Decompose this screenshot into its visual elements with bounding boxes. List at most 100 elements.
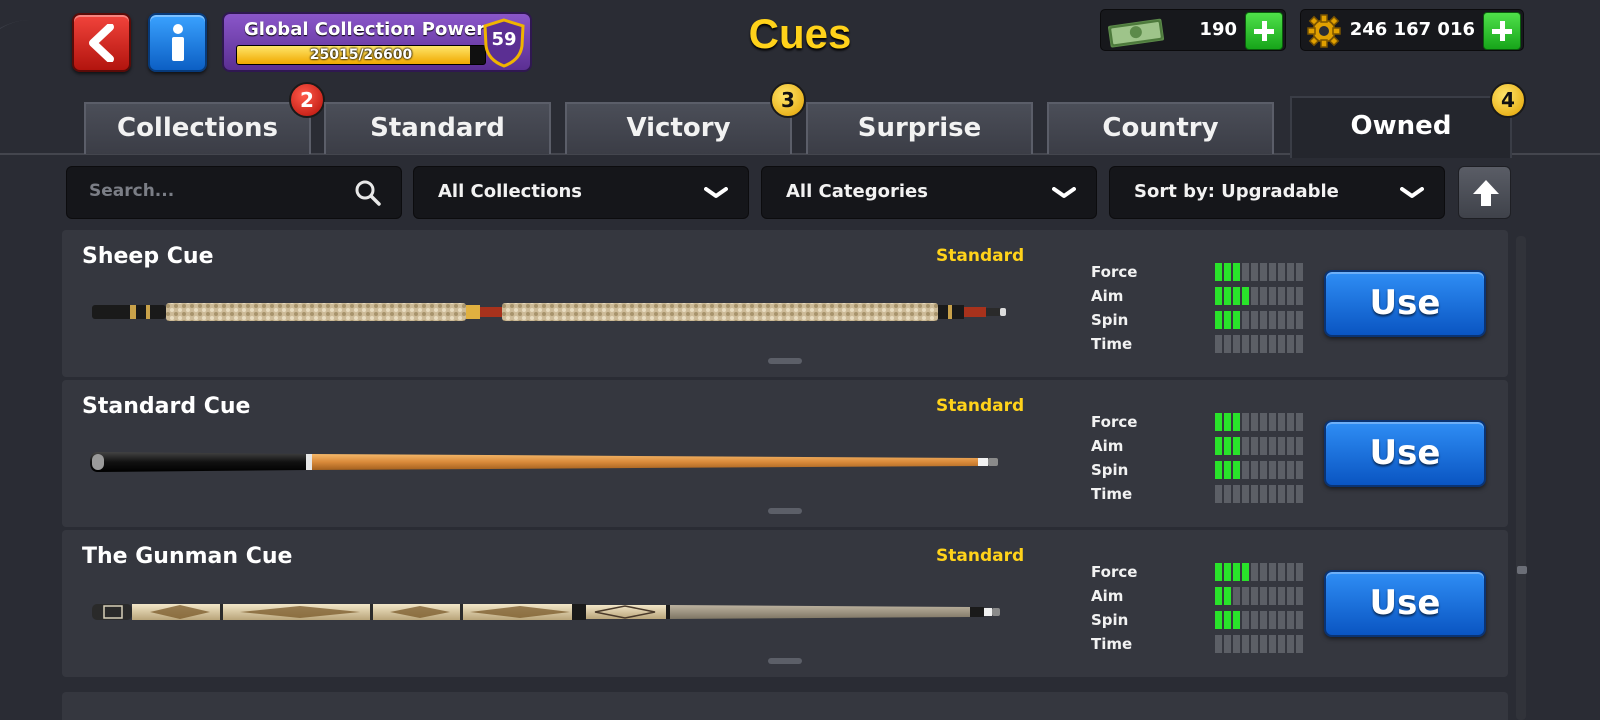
tab-country[interactable]: Country bbox=[1047, 102, 1274, 154]
stat-spin: Spin bbox=[1091, 458, 1303, 482]
add-coins-button[interactable] bbox=[1483, 12, 1521, 50]
stat-segment bbox=[1269, 635, 1276, 653]
stat-segment bbox=[1215, 263, 1222, 281]
stat-segment bbox=[1287, 287, 1294, 305]
tab-owned[interactable]: Owned bbox=[1290, 96, 1512, 158]
sort-direction-button[interactable] bbox=[1458, 166, 1511, 219]
stat-segment bbox=[1260, 587, 1267, 605]
tab-label: Country bbox=[1102, 113, 1219, 143]
stat-segment bbox=[1269, 461, 1276, 479]
use-button[interactable]: Use bbox=[1324, 420, 1486, 487]
cue-image bbox=[92, 604, 1000, 620]
stat-segment bbox=[1224, 587, 1231, 605]
stat-segment bbox=[1296, 287, 1303, 305]
back-button[interactable] bbox=[72, 13, 131, 72]
stat-segment bbox=[1269, 287, 1276, 305]
cue-stats: Force Aim Spin Time bbox=[1091, 560, 1303, 656]
collections-dropdown[interactable]: All Collections bbox=[413, 166, 749, 219]
search-icon[interactable] bbox=[355, 180, 381, 206]
stat-segment bbox=[1251, 587, 1258, 605]
chevron-down-icon bbox=[1400, 187, 1424, 198]
stat-segment bbox=[1296, 611, 1303, 629]
cue-name: Sheep Cue bbox=[82, 244, 214, 269]
stat-segment bbox=[1215, 611, 1222, 629]
stat-segment bbox=[1215, 287, 1222, 305]
stat-segment bbox=[1296, 461, 1303, 479]
stat-segment bbox=[1242, 335, 1249, 353]
cash-balance: 190 bbox=[1100, 9, 1286, 51]
chevron-down-icon bbox=[704, 187, 728, 198]
stat-label: Spin bbox=[1091, 611, 1129, 629]
stat-time: Time bbox=[1091, 482, 1303, 506]
stat-segment bbox=[1233, 485, 1240, 503]
stat-segment bbox=[1278, 413, 1285, 431]
cue-card-partial bbox=[62, 692, 1508, 720]
stat-segment bbox=[1296, 335, 1303, 353]
stat-segment bbox=[1269, 413, 1276, 431]
expand-handle[interactable] bbox=[768, 358, 802, 364]
stat-segment bbox=[1278, 437, 1285, 455]
collection-power-label: Global Collection Power bbox=[244, 19, 486, 40]
expand-handle[interactable] bbox=[768, 508, 802, 514]
stat-segment bbox=[1269, 563, 1276, 581]
stat-segment bbox=[1260, 563, 1267, 581]
add-cash-button[interactable] bbox=[1245, 12, 1283, 50]
tab-collections[interactable]: Collections bbox=[84, 102, 311, 154]
notification-badge: 2 bbox=[289, 82, 325, 118]
stat-segment bbox=[1233, 461, 1240, 479]
stat-force: Force bbox=[1091, 560, 1303, 584]
cue-image-wrap bbox=[90, 450, 1010, 478]
stat-segment bbox=[1224, 611, 1231, 629]
search-box[interactable]: Search... bbox=[66, 166, 402, 219]
stat-label: Force bbox=[1091, 413, 1138, 431]
scrollbar-thumb[interactable] bbox=[1517, 566, 1527, 574]
stat-segment bbox=[1296, 587, 1303, 605]
stat-segment bbox=[1233, 335, 1240, 353]
stat-segment bbox=[1233, 311, 1240, 329]
tab-standard[interactable]: Standard bbox=[324, 102, 551, 154]
stat-label: Force bbox=[1091, 263, 1138, 281]
expand-handle[interactable] bbox=[768, 658, 802, 664]
stat-segment bbox=[1251, 335, 1258, 353]
stat-segment bbox=[1251, 485, 1258, 503]
stat-segment bbox=[1251, 413, 1258, 431]
cash-icon bbox=[1108, 18, 1165, 48]
stat-segment bbox=[1215, 335, 1222, 353]
cue-card[interactable]: The Gunman Cue Standard Force Aim Spin T… bbox=[62, 530, 1508, 677]
coins-value: 246 167 016 bbox=[1349, 19, 1475, 40]
stat-bar bbox=[1215, 611, 1303, 629]
stat-bar bbox=[1215, 563, 1303, 581]
collection-power-panel[interactable]: Global Collection Power 25015/26600 59 bbox=[222, 12, 532, 72]
stat-segment bbox=[1287, 311, 1294, 329]
scrollbar[interactable] bbox=[1516, 236, 1526, 720]
cue-card[interactable]: Sheep Cue Standard Force Aim Spin Time U… bbox=[62, 230, 1508, 377]
stat-segment bbox=[1242, 461, 1249, 479]
cue-card[interactable]: Standard Cue Standard Force Aim Spin Tim… bbox=[62, 380, 1508, 527]
use-button[interactable]: Use bbox=[1324, 270, 1486, 337]
stat-aim: Aim bbox=[1091, 584, 1303, 608]
stat-segment bbox=[1278, 461, 1285, 479]
info-button[interactable] bbox=[148, 13, 207, 72]
tab-victory[interactable]: Victory bbox=[565, 102, 792, 154]
stat-segment bbox=[1215, 413, 1222, 431]
cue-category: Standard bbox=[936, 396, 1025, 416]
stat-bar bbox=[1215, 587, 1303, 605]
cash-value: 190 bbox=[1199, 19, 1237, 40]
cue-image-wrap bbox=[90, 600, 1010, 628]
use-button[interactable]: Use bbox=[1324, 570, 1486, 637]
stat-segment bbox=[1215, 587, 1222, 605]
stat-segment bbox=[1296, 485, 1303, 503]
stat-label: Aim bbox=[1091, 587, 1124, 605]
tab-surprise[interactable]: Surprise bbox=[806, 102, 1033, 154]
stat-segment bbox=[1287, 263, 1294, 281]
sort-dropdown[interactable]: Sort by: Upgradable bbox=[1109, 166, 1445, 219]
cue-stats: Force Aim Spin Time bbox=[1091, 260, 1303, 356]
stat-segment bbox=[1296, 437, 1303, 455]
stat-segment bbox=[1224, 635, 1231, 653]
cue-category: Standard bbox=[936, 246, 1025, 266]
tab-label: Collections bbox=[116, 113, 278, 143]
stat-segment bbox=[1242, 413, 1249, 431]
stat-spin: Spin bbox=[1091, 308, 1303, 332]
stat-segment bbox=[1296, 413, 1303, 431]
categories-dropdown[interactable]: All Categories bbox=[761, 166, 1097, 219]
